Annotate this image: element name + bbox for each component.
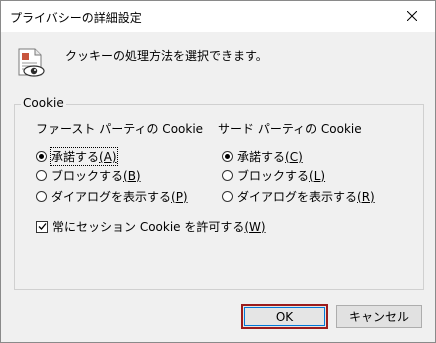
cancel-button[interactable]: キャンセル bbox=[336, 305, 422, 328]
third-party-block-radio[interactable]: ブロックする (L) bbox=[222, 167, 325, 184]
first-party-accept-radio[interactable]: 承諾する(A) bbox=[36, 147, 118, 166]
privacy-settings-dialog: プライバシーの詳細設定 クッキーの処理方法を選択できます。 Cookie ファー… bbox=[0, 0, 436, 343]
first-party-prompt-radio[interactable]: ダイアログを表示する (P) bbox=[36, 188, 188, 205]
window-title: プライバシーの詳細設定 bbox=[10, 11, 142, 25]
radio-dot bbox=[36, 151, 47, 162]
radio-label: ダイアログを表示する bbox=[51, 190, 172, 204]
radio-dot bbox=[36, 170, 47, 181]
radio-label: 承諾する bbox=[51, 150, 100, 164]
access-key: (A) bbox=[99, 150, 117, 164]
title-bar: プライバシーの詳細設定 bbox=[1, 1, 435, 32]
access-key: (R) bbox=[357, 189, 375, 204]
access-key: (B) bbox=[123, 168, 141, 183]
radio-dot bbox=[222, 151, 233, 162]
checkbox-box bbox=[36, 220, 48, 233]
radio-label: ブロックする bbox=[237, 169, 310, 183]
radio-dot bbox=[36, 191, 47, 202]
radio-label: 承諾する bbox=[237, 150, 286, 164]
checkbox-label: 常にセッション Cookie を許可する bbox=[52, 220, 245, 234]
checkmark-icon bbox=[38, 223, 47, 230]
cookie-group-legend: Cookie bbox=[21, 96, 66, 110]
access-key: (P) bbox=[171, 189, 188, 204]
third-party-prompt-radio[interactable]: ダイアログを表示する (R) bbox=[222, 188, 375, 205]
privacy-eye-document-icon bbox=[15, 47, 47, 79]
header-description: クッキーの処理方法を選択できます。 bbox=[65, 49, 268, 63]
radio-label: ブロックする bbox=[51, 169, 124, 183]
radio-dot bbox=[222, 170, 233, 181]
access-key: (C) bbox=[285, 149, 303, 164]
third-party-title: サード パーティの Cookie bbox=[218, 122, 362, 136]
ok-label: OK bbox=[275, 309, 294, 324]
radio-dot bbox=[222, 191, 233, 202]
first-party-title: ファースト パーティの Cookie bbox=[36, 122, 204, 136]
close-icon bbox=[406, 10, 418, 24]
always-allow-session-cookie-checkbox[interactable]: 常にセッション Cookie を許可する (W) bbox=[36, 218, 266, 235]
radio-label: ダイアログを表示する bbox=[237, 190, 358, 204]
cancel-label: キャンセル bbox=[348, 310, 409, 324]
access-key: (W) bbox=[244, 219, 266, 234]
ok-button[interactable]: OK bbox=[241, 304, 328, 329]
third-party-accept-radio[interactable]: 承諾する (C) bbox=[222, 148, 303, 165]
close-button[interactable] bbox=[389, 1, 435, 32]
access-key: (L) bbox=[309, 168, 326, 183]
first-party-block-radio[interactable]: ブロックする (B) bbox=[36, 167, 141, 184]
